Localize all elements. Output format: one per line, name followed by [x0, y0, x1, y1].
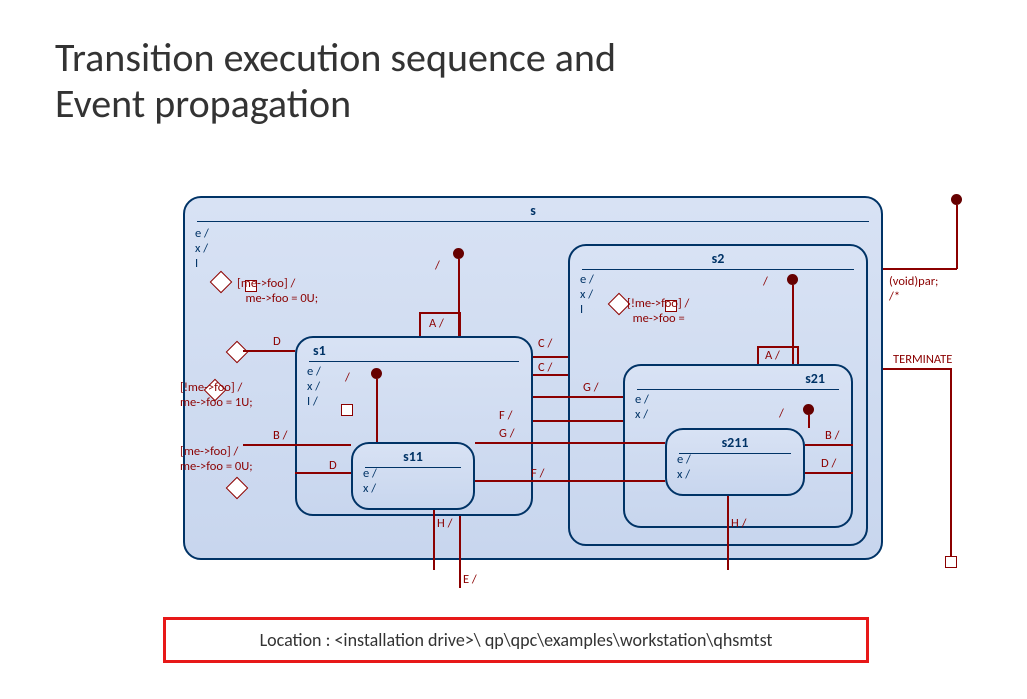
line-a-s21-r	[797, 346, 799, 364]
state-s11-name: s11	[365, 448, 461, 468]
label-f2: F /	[531, 466, 544, 481]
label-c2: C /	[538, 360, 552, 375]
label-a1: A /	[429, 316, 444, 331]
state-s1-name: s1	[309, 342, 519, 362]
line-a-s1-r	[459, 312, 461, 336]
square-terminate	[945, 556, 957, 568]
line-a-s1-top	[419, 312, 461, 314]
line-terminate	[950, 368, 952, 556]
line-g1	[533, 396, 623, 398]
state-s211-entry: e / x /	[677, 452, 691, 482]
label-g1: G /	[583, 380, 599, 395]
square-2	[341, 404, 353, 416]
line-h1	[433, 510, 435, 570]
line-init-s2	[792, 285, 794, 364]
initial-dot-s21	[803, 404, 814, 415]
initial-dot-s2	[787, 274, 798, 285]
line-terminate-h	[883, 368, 951, 370]
initial-dot-s1	[371, 368, 382, 379]
state-s11-entry: e / x /	[363, 466, 377, 496]
location-text: Location : <installation drive>\ qp\qpc\…	[260, 629, 773, 651]
line-f1	[533, 420, 623, 422]
line-d1	[243, 350, 295, 352]
state-s-entry: e / x / I	[195, 226, 209, 271]
line-b1	[243, 444, 351, 446]
state-s21-name: s21	[637, 370, 839, 390]
state-s211-name: s211	[679, 434, 791, 454]
label-slash2: /	[763, 274, 768, 289]
title-line-1: Transition execution sequence and	[55, 33, 616, 82]
location-box: Location : <installation drive>\ qp\qpc\…	[163, 617, 869, 663]
line-ext-init-h	[883, 268, 957, 270]
guard-4: [!me->foo] / me->foo =	[627, 296, 689, 326]
label-d2: D	[329, 458, 337, 473]
line-init-s1	[376, 379, 378, 442]
line-a-s21-l	[757, 346, 759, 364]
label-slash4: /	[345, 370, 350, 385]
line-h2	[727, 496, 729, 570]
state-s-name: s	[197, 202, 869, 222]
line-d2	[295, 472, 351, 474]
label-terminate: TERMINATE	[893, 352, 952, 367]
line-a-s1-l	[419, 312, 421, 336]
state-s2-name: s2	[582, 250, 854, 270]
line-c1	[533, 356, 568, 358]
slide-title: Transition execution sequence and Event …	[55, 35, 616, 127]
state-s211: s211 e / x /	[665, 428, 805, 496]
line-g2	[475, 442, 665, 444]
label-slash1: /	[435, 258, 440, 273]
label-g2: G /	[499, 426, 515, 441]
label-a2: A /	[765, 348, 780, 363]
line-e	[459, 516, 461, 588]
line-f2	[475, 480, 665, 482]
guard-1: [me->foo] / me->foo = 0U;	[237, 276, 318, 306]
label-e: E /	[463, 572, 477, 587]
label-c1: C /	[538, 336, 552, 351]
label-b2: B /	[825, 428, 839, 443]
line-init-s21	[808, 415, 810, 428]
state-s11: s11 e / x /	[351, 442, 475, 510]
label-h1: H /	[437, 516, 452, 531]
initial-dot-external	[951, 194, 962, 205]
guard-3: [me->foo] / me->foo = 0U;	[180, 444, 253, 474]
label-b1: B /	[273, 428, 287, 443]
state-s1-entry: e / x / I /	[307, 364, 321, 409]
initial-dot-top	[453, 248, 464, 259]
line-d3	[805, 472, 853, 474]
title-line-2: Event propagation	[55, 79, 351, 128]
label-d1: D	[273, 334, 281, 349]
guard-2: [!me->foo] / me->foo = 1U;	[180, 380, 253, 410]
state-s21-entry: e / x /	[635, 392, 649, 422]
statechart-diagram: s e / x / I s1 e / x / I / s11 e / x / s…	[183, 196, 883, 596]
label-d3: D /	[821, 456, 836, 471]
line-b2	[805, 444, 853, 446]
label-slash3: /	[779, 406, 784, 421]
label-h2: H /	[731, 516, 746, 531]
label-f1: F /	[499, 408, 512, 423]
slide: Transition execution sequence and Event …	[0, 0, 1027, 699]
label-voidpar: (void)par; /*	[889, 274, 938, 304]
state-s2-entry: e / x / I	[580, 272, 594, 317]
line-ext-init	[956, 205, 958, 269]
